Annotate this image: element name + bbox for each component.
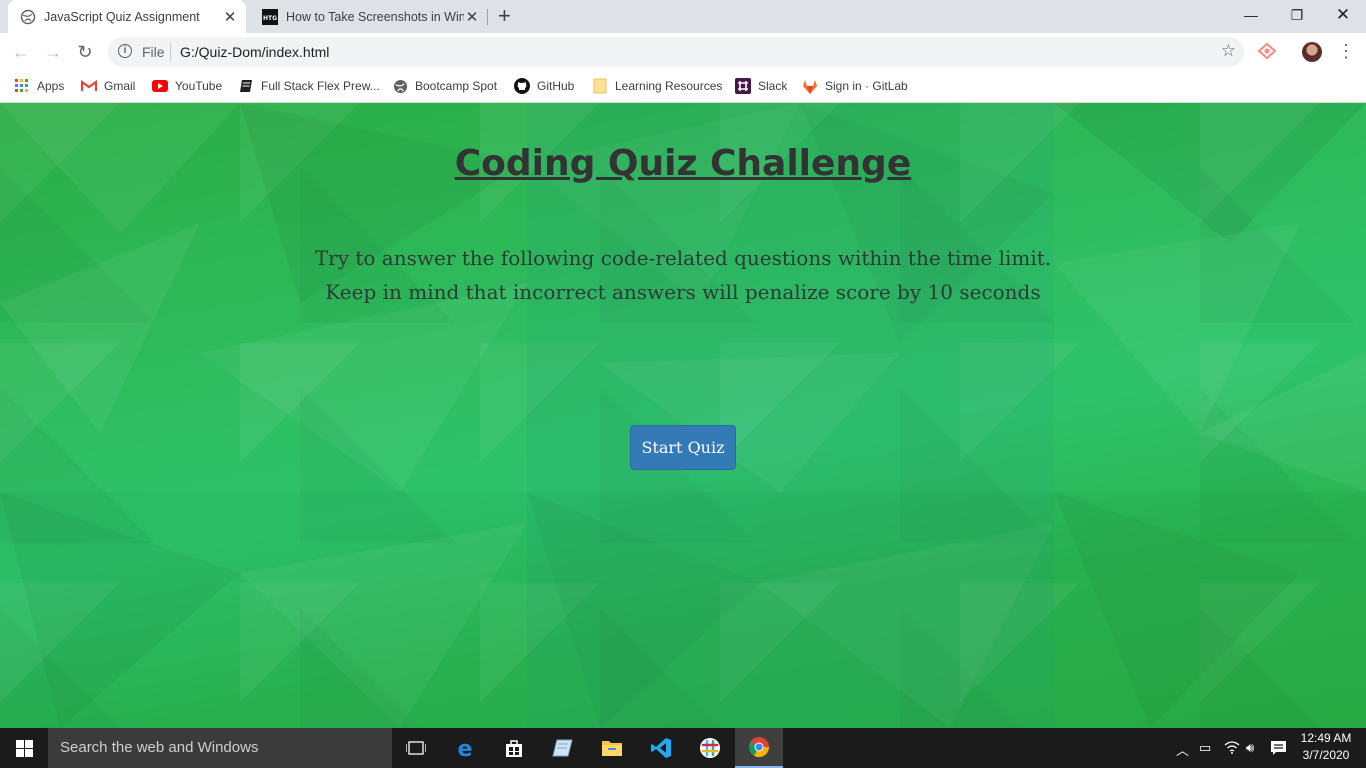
store-icon[interactable]: [490, 728, 538, 768]
book-icon: [238, 78, 254, 94]
bookmark-label: Sign in · GitLab: [825, 79, 908, 93]
gmail-icon: [81, 78, 97, 94]
tab-title: JavaScript Quiz Assignment: [44, 9, 200, 24]
battery-icon[interactable]: ▭: [1199, 740, 1211, 756]
clock-time: 12:49 AM: [1300, 731, 1352, 745]
globe-icon: [392, 78, 408, 94]
bookmark-youtube[interactable]: YouTube: [152, 77, 222, 95]
wifi-icon[interactable]: [1224, 740, 1240, 757]
chrome-icon[interactable]: [735, 728, 783, 768]
bookmark-github[interactable]: GitHub: [514, 77, 574, 95]
bookmark-gmail[interactable]: Gmail: [81, 77, 135, 95]
description-line: Try to answer the following code-related…: [314, 246, 1052, 270]
page-title: Coding Quiz Challenge: [454, 143, 912, 184]
vscode-icon[interactable]: [637, 728, 685, 768]
new-tab-icon[interactable]: +: [498, 5, 511, 27]
quiz-description: Try to answer the following code-related…: [0, 241, 1366, 309]
svg-text:e: e: [458, 737, 473, 759]
lower-band: [0, 492, 1366, 728]
notepad-icon[interactable]: [539, 728, 587, 768]
avatar[interactable]: [1302, 42, 1322, 62]
bookmark-slack[interactable]: Slack: [735, 77, 787, 95]
bookmark-label: Bootcamp Spot: [415, 79, 498, 93]
youtube-icon: [152, 78, 168, 94]
minimize-icon[interactable]: —: [1228, 0, 1274, 30]
task-view-icon[interactable]: [392, 728, 440, 768]
taskbar: Search the web and Windows e ︿ ▭ 🔊︎ 12:4…: [0, 728, 1366, 768]
bookmark-label: Gmail: [104, 79, 136, 93]
reload-icon[interactable]: ↻: [73, 40, 97, 64]
volume-icon[interactable]: 🔊︎: [1246, 740, 1254, 756]
tab-title: How to Take Screenshots in Windo: [286, 9, 464, 24]
slack-icon: [735, 78, 751, 94]
notification-icon[interactable]: [1270, 740, 1287, 759]
tab-separator: [487, 9, 488, 25]
windows-start-icon[interactable]: [16, 740, 33, 757]
bookmark-label: GitHub: [537, 79, 575, 93]
start-quiz-button[interactable]: Start Quiz: [630, 425, 736, 470]
taskbar-clock[interactable]: 12:49 AM 3/7/2020: [1296, 730, 1356, 764]
chevron-up-icon[interactable]: ︿: [1176, 740, 1189, 759]
htg-icon: HTG: [262, 8, 278, 25]
divider: [170, 43, 171, 61]
bookmark-label: YouTube: [175, 79, 223, 93]
info-icon[interactable]: i: [118, 44, 132, 58]
folder-icon: [592, 78, 608, 94]
bookmark-label: Learning Resources: [615, 79, 723, 93]
clock-date: 3/7/2020: [1302, 748, 1350, 762]
apps-grid-icon: [14, 78, 30, 94]
description-line: Keep in mind that incorrect answers will…: [325, 280, 1041, 304]
bookmark-label: Apps: [37, 79, 65, 93]
bookmark-fullstack[interactable]: Full Stack Flex Prew...: [238, 77, 380, 95]
bookmarks-bar: Apps Gmail YouTube Full Stack Flex Prew.…: [0, 70, 1366, 103]
slack-app-icon[interactable]: [686, 728, 734, 768]
bookmark-label: Slack: [758, 79, 788, 93]
close-window-icon[interactable]: ✕: [1320, 0, 1366, 30]
bookmark-label: Full Stack Flex Prew...: [261, 79, 380, 93]
globe-icon: [20, 9, 36, 25]
github-icon: [514, 78, 530, 94]
svg-text:HTG: HTG: [263, 15, 277, 22]
scheme-label: File: [142, 44, 165, 60]
edge-icon[interactable]: e: [441, 728, 489, 768]
browser-chrome: JavaScript Quiz Assignment ✕ HTG How to …: [0, 0, 1366, 103]
tab-screenshots[interactable]: HTG How to Take Screenshots in Windo ✕: [250, 0, 488, 33]
tab-strip: JavaScript Quiz Assignment ✕ HTG How to …: [0, 0, 1366, 33]
address-bar[interactable]: i File G:/Quiz-Dom/index.html ☆: [108, 37, 1244, 67]
taskbar-search[interactable]: Search the web and Windows: [48, 728, 392, 768]
quiz-page: Coding Quiz Challenge Try to answer the …: [0, 103, 1366, 728]
forward-icon[interactable]: →: [41, 40, 65, 64]
file-explorer-icon[interactable]: [588, 728, 636, 768]
bookmark-bootcamp[interactable]: Bootcamp Spot: [392, 77, 497, 95]
gitlab-icon: [802, 78, 818, 94]
extension-icon[interactable]: [1257, 42, 1277, 60]
bookmark-apps[interactable]: Apps: [14, 77, 64, 95]
tab-quiz[interactable]: JavaScript Quiz Assignment ✕: [8, 0, 246, 33]
search-placeholder: Search the web and Windows: [60, 739, 259, 756]
close-tab-icon[interactable]: ✕: [222, 8, 238, 26]
browser-toolbar: ← → ↻ i File G:/Quiz-Dom/index.html ☆ ⋮: [0, 33, 1366, 70]
url-text[interactable]: G:/Quiz-Dom/index.html: [180, 44, 329, 60]
bookmark-learning[interactable]: Learning Resources: [592, 77, 722, 95]
back-icon[interactable]: ←: [9, 40, 33, 64]
restore-icon[interactable]: ❐: [1274, 0, 1320, 30]
menu-icon[interactable]: ⋮: [1337, 42, 1355, 60]
bookmark-gitlab[interactable]: Sign in · GitLab: [802, 77, 908, 95]
bookmark-star-icon[interactable]: ☆: [1221, 41, 1236, 61]
close-tab-icon[interactable]: ✕: [464, 8, 480, 26]
